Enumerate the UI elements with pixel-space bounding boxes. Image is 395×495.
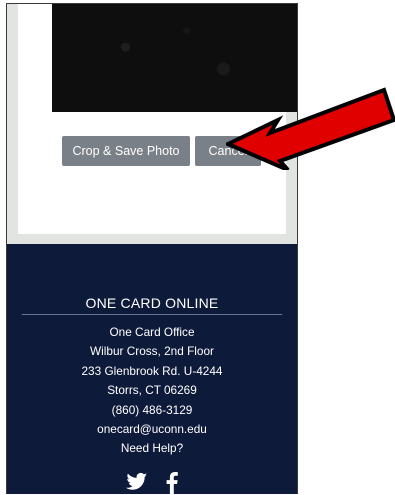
- footer-title: ONE CARD ONLINE: [85, 295, 219, 311]
- office-city: Storrs, CT 06269: [107, 383, 197, 397]
- arrow-shape: [226, 87, 395, 170]
- social-links: [7, 472, 297, 494]
- footer-divider: [22, 314, 282, 315]
- office-email-link[interactable]: onecard@uconn.edu: [7, 422, 297, 436]
- twitter-icon[interactable]: [126, 472, 148, 494]
- crop-save-photo-button[interactable]: Crop & Save Photo: [62, 136, 190, 166]
- office-name: One Card Office: [109, 325, 195, 339]
- need-help-link[interactable]: Need Help?: [7, 441, 297, 455]
- office-street: 233 Glenbrook Rd. U-4244: [81, 364, 223, 378]
- red-arrow-annotation: [226, 87, 395, 170]
- office-phone[interactable]: (860) 486-3129: [7, 403, 297, 417]
- phone-viewport: Crop & Save Photo Cancel ONE CARD ONLINE…: [6, 3, 298, 494]
- office-building: Wilbur Cross, 2nd Floor: [90, 344, 214, 358]
- site-footer: ONE CARD ONLINE One Card Office Wilbur C…: [7, 244, 297, 494]
- facebook-icon[interactable]: [166, 472, 178, 494]
